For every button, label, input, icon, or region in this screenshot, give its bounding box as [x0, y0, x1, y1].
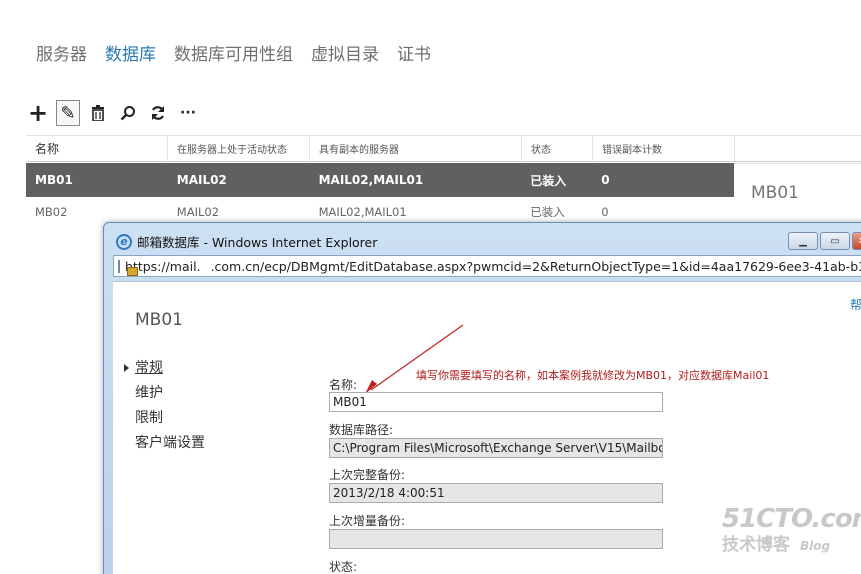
cell-servers: MAIL02,MAIL01	[318, 173, 424, 187]
side-item-client-settings[interactable]: 客户端设置	[135, 431, 205, 456]
nav-servers[interactable]: 服务器	[36, 40, 87, 65]
ie-logo-icon: e	[116, 233, 132, 250]
minimize-button[interactable]: ▁	[788, 232, 818, 250]
ie-titlebar: e 邮箱数据库 - Windows Internet Explorer	[116, 232, 377, 251]
nav-certificates[interactable]: 证书	[397, 40, 431, 65]
cell-status: 已装入	[530, 173, 567, 188]
watermark-blog: Blog	[800, 539, 831, 553]
full-backup-label: 上次完整备份:	[329, 468, 406, 482]
table-row[interactable]: MB01 MAIL02 MAIL02,MAIL01 已装入 0	[26, 163, 734, 197]
maximize-icon: ▭	[830, 235, 840, 247]
full-backup-field: 2013/2/18 4:00:51	[329, 483, 663, 503]
top-nav: 服务器 数据库 数据库可用性组 虚拟目录 证书	[36, 40, 431, 65]
refresh-button[interactable]	[146, 100, 170, 126]
help-link[interactable]: 帮	[850, 296, 861, 313]
dialog-side-nav: 常规 维护 限制 客户端设置	[124, 356, 205, 456]
search-icon	[120, 106, 135, 121]
cell-servers: MAIL02,MAIL01	[318, 205, 407, 219]
more-button[interactable]: ···	[176, 100, 200, 126]
annotation-arrow	[365, 324, 464, 394]
cell-name: MB01	[35, 173, 73, 187]
table-header: 名称 在服务器上处于活动状态 具有副本的服务器 状态 错误副本计数	[26, 135, 861, 162]
detail-pane-title: MB01	[751, 183, 799, 203]
pencil-icon: ✎	[60, 102, 76, 124]
minimize-icon: ▁	[799, 235, 807, 247]
column-header-servers[interactable]: 具有副本的服务器	[310, 136, 522, 161]
ie-window-title: 邮箱数据库 - Windows Internet Explorer	[137, 235, 378, 250]
column-header-name[interactable]: 名称	[26, 136, 168, 161]
cell-active-on: MAIL02	[176, 205, 220, 219]
trash-icon	[92, 105, 104, 121]
cell-bad-copies: 0	[601, 173, 610, 187]
column-header-status[interactable]: 状态	[522, 136, 593, 161]
nav-databases[interactable]: 数据库	[105, 40, 156, 65]
search-button[interactable]	[116, 100, 140, 126]
nav-virtual-directories[interactable]: 虚拟目录	[311, 40, 379, 65]
watermark-sub-text: 技术博客	[722, 535, 790, 555]
nav-dag[interactable]: 数据库可用性组	[174, 40, 293, 65]
column-header-active-on[interactable]: 在服务器上处于活动状态	[168, 136, 310, 161]
cell-bad-copies: 0	[601, 205, 609, 219]
maximize-button[interactable]: ▭	[820, 232, 850, 250]
column-header-spacer	[735, 136, 861, 161]
detail-divider	[734, 163, 861, 164]
add-button[interactable]: +	[26, 99, 50, 127]
side-item-general-label: 常规	[135, 360, 163, 376]
side-item-limits[interactable]: 限制	[135, 406, 205, 431]
refresh-icon	[151, 106, 165, 120]
table-row[interactable]: MB02 MAIL02 MAIL02,MAIL01 已装入 0	[26, 200, 734, 224]
ecp-page: 服务器 数据库 数据库可用性组 虚拟目录 证书 + ✎ ··· 名称 在服务器上…	[0, 0, 861, 574]
cell-active-on: MAIL02	[176, 173, 227, 187]
db-path-label: 数据库路径:	[329, 423, 394, 437]
incr-backup-label: 上次增量备份:	[329, 514, 406, 528]
side-item-maintenance[interactable]: 维护	[135, 381, 205, 406]
name-input[interactable]	[329, 392, 663, 412]
delete-button[interactable]	[86, 100, 110, 126]
toolbar: + ✎ ···	[26, 99, 200, 127]
dialog-title: MB01	[135, 310, 183, 330]
cell-name: MB02	[35, 205, 68, 219]
cell-status: 已装入	[530, 205, 565, 219]
status-label: 状态:	[329, 560, 358, 574]
watermark: 51CTO.com 技术博客Blog	[722, 504, 861, 555]
side-item-general[interactable]: 常规	[124, 356, 205, 381]
page-lock-icon	[118, 259, 138, 276]
address-bar[interactable]: https://mail. .com.cn/ecp/DBMgmt/EditData…	[113, 255, 861, 277]
window-controls: ▁ ▭ ✕	[788, 232, 861, 250]
name-label: 名称:	[329, 378, 358, 392]
plus-icon: +	[27, 99, 49, 127]
incr-backup-field	[329, 529, 663, 549]
edit-button[interactable]: ✎	[56, 100, 80, 126]
column-header-bad-copies[interactable]: 错误副本计数	[593, 136, 735, 161]
db-path-field: C:\Program Files\Microsoft\Exchange Serv…	[329, 438, 663, 458]
more-icon: ···	[180, 105, 196, 121]
close-button[interactable]: ✕	[852, 232, 861, 250]
selected-arrow-icon	[124, 364, 129, 372]
url-suffix: .com.cn/ecp/DBMgmt/EditDatabase.aspx?pwm…	[210, 258, 861, 274]
